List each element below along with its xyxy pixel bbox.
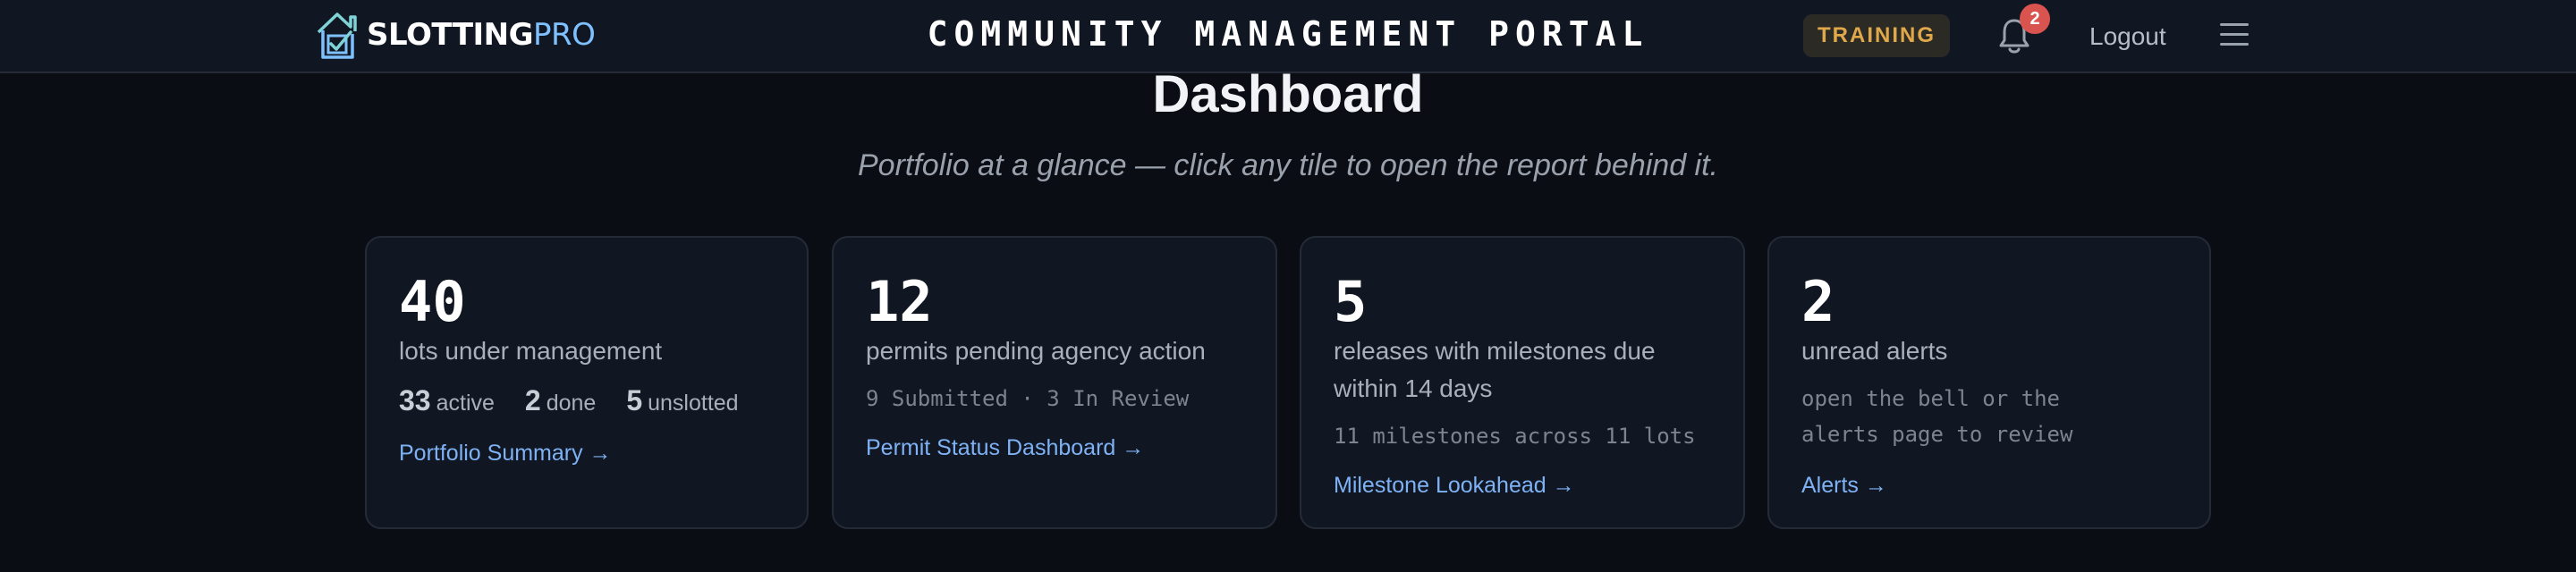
top-navigation-bar: SLOTTINGPRO COMMUNITY MANAGEMENT PORTAL … (0, 0, 2576, 73)
notification-count-badge: 2 (2020, 4, 2050, 34)
tile-label: releases with milestones due within 14 d… (1334, 337, 1656, 402)
stat-active-label: active (436, 391, 495, 416)
hamburger-line (2220, 23, 2249, 26)
tile-milestone-releases[interactable]: 5 releases with milestones due within 14… (1300, 236, 1745, 529)
tile-lots-under-management[interactable]: 40 lots under management 33 active 2 don… (365, 236, 809, 529)
stat-unslotted-label: unslotted (648, 391, 739, 416)
tile-meta: 11 milestones across 11 lots (1334, 424, 1696, 449)
milestone-lookahead-link[interactable]: Milestone Lookahead → (1334, 470, 1575, 500)
tile-value: 2 (1801, 269, 1835, 334)
portal-title: COMMUNITY MANAGEMENT PORTAL (927, 14, 1649, 54)
tile-value: 40 (399, 269, 466, 334)
tile-meta: 9 Submitted · 3 In Review (866, 386, 1190, 411)
tile-meta: open the bell or the alerts page to revi… (1801, 386, 2073, 447)
portfolio-summary-link[interactable]: Portfolio Summary → (399, 438, 612, 468)
stat-done-label: done (546, 391, 597, 416)
tile-value: 5 (1334, 269, 1368, 334)
hamburger-line (2220, 43, 2249, 46)
alerts-link[interactable]: Alerts → (1801, 470, 1887, 500)
stat-unslotted-count: 5 (626, 384, 643, 416)
hamburger-menu-icon[interactable] (2220, 23, 2249, 48)
tile-permits-pending[interactable]: 12 permits pending agency action 9 Submi… (832, 236, 1277, 529)
hamburger-line (2220, 33, 2249, 36)
tile-label: lots under management (399, 337, 663, 365)
stat-active-count: 33 (399, 384, 431, 416)
page-subtitle: Portfolio at a glance — click any tile t… (858, 148, 1718, 182)
tile-stats: 33 active 2 done 5 unslotted (399, 384, 739, 417)
tile-unread-alerts[interactable]: 2 unread alerts open the bell or the ale… (1767, 236, 2211, 529)
tile-label: permits pending agency action (866, 337, 1206, 365)
environment-badge: TRAINING (1803, 14, 1950, 57)
logout-link[interactable]: Logout (2089, 20, 2166, 54)
tile-label: unread alerts (1801, 337, 1948, 365)
page-title: Dashboard (1152, 65, 1424, 123)
permit-status-dashboard-link[interactable]: Permit Status Dashboard → (866, 433, 1144, 463)
stat-done-count: 2 (524, 384, 541, 416)
tile-value: 12 (866, 269, 933, 334)
